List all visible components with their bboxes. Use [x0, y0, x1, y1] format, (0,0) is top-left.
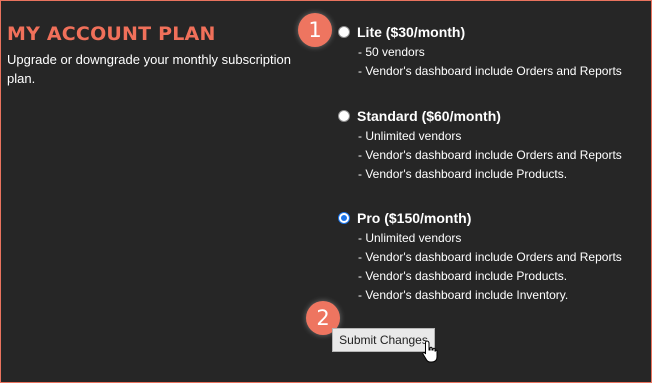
callout-badge-1: 1 — [298, 13, 332, 47]
plan-option-pro[interactable]: Pro ($150/month) - Unlimited vendors - V… — [338, 208, 622, 305]
submit-changes-button[interactable]: Submit Changes — [332, 328, 435, 352]
feature-list: - Unlimited vendors - Vendor's dashboard… — [358, 127, 622, 184]
plan-option-standard[interactable]: Standard ($60/month) - Unlimited vendors… — [338, 106, 622, 184]
feature-item: - Unlimited vendors — [358, 129, 462, 143]
standard-radio[interactable] — [338, 110, 350, 122]
plan-name: Lite ($30/month) — [357, 24, 466, 40]
pro-radio[interactable] — [338, 212, 350, 224]
feature-item: - Vendor's dashboard include Orders and … — [358, 148, 622, 162]
feature-item: - Vendor's dashboard include Products. — [358, 269, 568, 283]
feature-list: - Unlimited vendors - Vendor's dashboard… — [358, 229, 622, 305]
plan-option-lite[interactable]: Lite ($30/month) - 50 vendors - Vendor's… — [338, 22, 622, 81]
feature-item: - Vendor's dashboard include Orders and … — [358, 64, 622, 78]
feature-item: - Vendor's dashboard include Orders and … — [358, 250, 622, 264]
page-title: MY ACCOUNT PLAN — [7, 23, 216, 45]
feature-item: - 50 vendors — [358, 45, 425, 59]
hand-cursor-icon — [422, 340, 438, 363]
feature-list: - 50 vendors - Vendor's dashboard includ… — [358, 43, 622, 81]
plan-name: Pro ($150/month) — [357, 210, 472, 226]
plan-description: Upgrade or downgrade your monthly subscr… — [7, 52, 291, 86]
account-plan-panel: MY ACCOUNT PLAN Upgrade or downgrade you… — [0, 0, 652, 383]
feature-item: - Unlimited vendors — [358, 231, 462, 245]
plan-name: Standard ($60/month) — [357, 108, 501, 124]
feature-item: - Vendor's dashboard include Products. — [358, 167, 568, 181]
feature-item: - Vendor's dashboard include Inventory. — [358, 288, 569, 302]
lite-radio[interactable] — [338, 26, 350, 38]
